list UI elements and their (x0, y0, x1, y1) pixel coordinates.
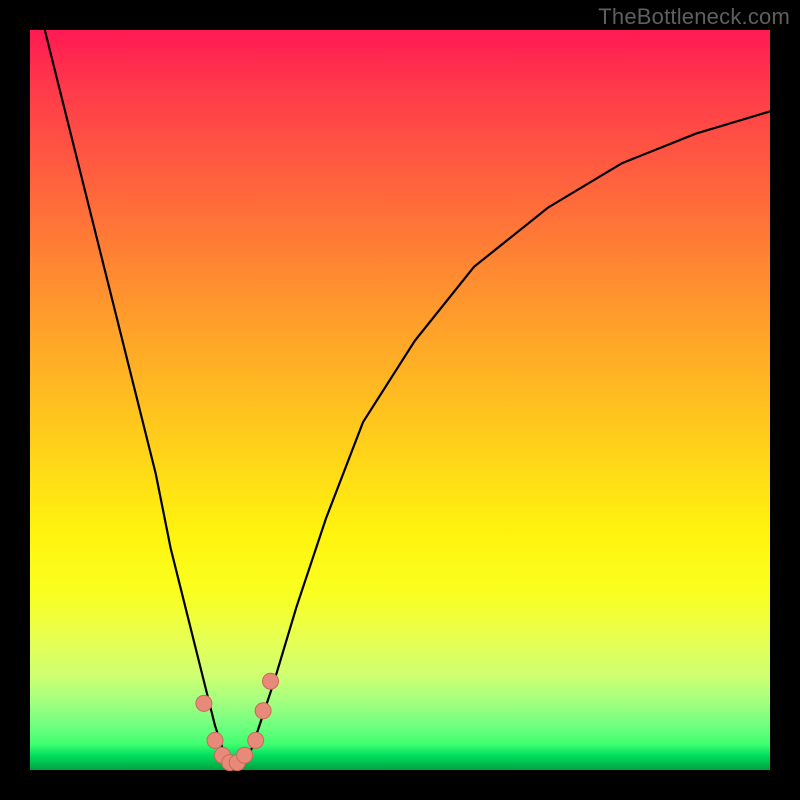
bottleneck-curve (45, 30, 770, 766)
curve-marker (196, 695, 212, 711)
curve-marker (263, 673, 279, 689)
curve-marker (237, 747, 253, 763)
chart-frame: TheBottleneck.com (0, 0, 800, 800)
curve-marker (255, 703, 271, 719)
plot-area (30, 30, 770, 770)
curve-layer (30, 30, 770, 770)
marker-group (196, 673, 279, 770)
curve-marker (207, 732, 223, 748)
curve-marker (248, 732, 264, 748)
watermark-text: TheBottleneck.com (598, 4, 790, 30)
